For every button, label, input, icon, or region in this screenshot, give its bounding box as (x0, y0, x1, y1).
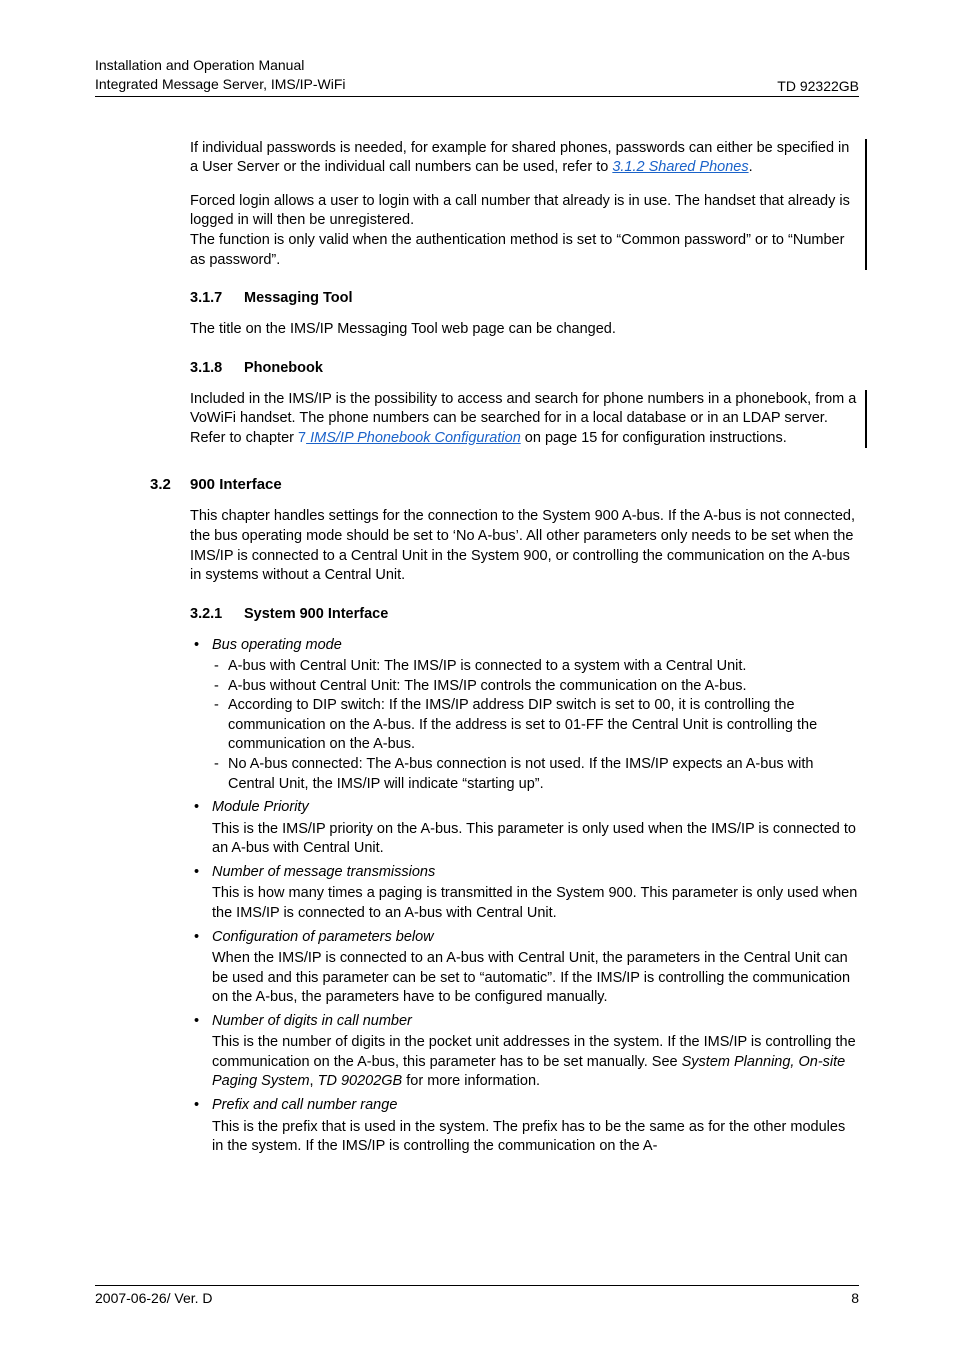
desc-num-digits: This is the number of digits in the pock… (212, 1033, 859, 1092)
term-config-params: Configuration of parameters below (212, 929, 434, 945)
bullet-list-321: Bus operating mode A-bus with Central Un… (190, 636, 859, 1157)
desc-config-params: When the IMS/IP is connected to an A-bus… (212, 949, 859, 1008)
intro-p2a: Forced login allows a user to login with… (190, 193, 850, 229)
bullet-module-priority: Module Priority This is the IMS/IP prior… (190, 798, 859, 859)
dash-item: A-bus with Central Unit: The IMS/IP is c… (212, 657, 859, 677)
changebar-block-1: If individual passwords is needed, for e… (190, 139, 867, 270)
heading-321: 3.2.1System 900 Interface (190, 606, 859, 622)
bullet-msg-transmissions: Number of message transmissions This is … (190, 863, 859, 924)
manual-title: Installation and Operation Manual (95, 56, 346, 75)
bullet-prefix-range: Prefix and call number range This is the… (190, 1096, 859, 1157)
desc-msg-transmissions: This is how many times a paging is trans… (212, 884, 859, 923)
header-left: Installation and Operation Manual Integr… (95, 56, 346, 94)
page: Installation and Operation Manual Integr… (0, 0, 954, 1350)
term-num-digits: Number of digits in call number (212, 1013, 412, 1029)
sectitle-32: 900 Interface (190, 476, 282, 493)
changebar-block-2: Included in the IMS/IP is the possibilit… (190, 390, 867, 449)
intro-p2b: The function is only valid when the auth… (190, 232, 844, 268)
heading-317: 3.1.7Messaging Tool (190, 290, 859, 306)
body-32: This chapter handles settings for the co… (190, 507, 859, 585)
secnum-321: 3.2.1 (190, 606, 244, 622)
doc-id: TD 92322GB (777, 78, 859, 94)
bullet-config-params: Configuration of parameters below When t… (190, 928, 859, 1008)
intro-p1-period: . (749, 159, 753, 175)
term-msg-transmissions: Number of message transmissions (212, 864, 435, 880)
sectitle-317: Messaging Tool (244, 290, 353, 306)
term-prefix-range: Prefix and call number range (212, 1097, 397, 1113)
bullet-bus-operating-mode: Bus operating mode A-bus with Central Un… (190, 636, 859, 795)
desc-num-digits-mid: , (310, 1073, 318, 1089)
product-title: Integrated Message Server, IMS/IP-WiFi (95, 75, 346, 94)
desc-module-priority: This is the IMS/IP priority on the A-bus… (212, 820, 859, 859)
intro-paragraph-2: Forced login allows a user to login with… (190, 192, 859, 270)
term-module-priority: Module Priority (212, 799, 309, 815)
body-318-post: on page 15 for configuration instruction… (521, 430, 787, 446)
secnum-317: 3.1.7 (190, 290, 244, 306)
content-area: If individual passwords is needed, for e… (95, 139, 859, 1157)
secnum-318: 3.1.8 (190, 360, 244, 376)
body-317: The title on the IMS/IP Messaging Tool w… (190, 320, 859, 340)
desc-num-digits-post: for more information. (402, 1073, 540, 1089)
sectitle-318: Phonebook (244, 360, 323, 376)
body-318: Included in the IMS/IP is the possibilit… (190, 390, 859, 449)
body-318-chnum: 7 (298, 430, 306, 446)
footer-date-version: 2007-06-26/ Ver. D (95, 1290, 213, 1306)
page-footer: 2007-06-26/ Ver. D 8 (95, 1285, 859, 1306)
link-shared-phones[interactable]: 3.1.2 Shared Phones (612, 159, 748, 175)
page-number: 8 (851, 1290, 859, 1306)
page-header: Installation and Operation Manual Integr… (95, 56, 859, 97)
desc-prefix-range: This is the prefix that is used in the s… (212, 1118, 859, 1157)
desc-num-digits-ital2: TD 90202GB (318, 1073, 403, 1089)
intro-paragraph-1: If individual passwords is needed, for e… (190, 139, 859, 178)
dash-list-bus-mode: A-bus with Central Unit: The IMS/IP is c… (212, 657, 859, 794)
bullet-num-digits: Number of digits in call number This is … (190, 1012, 859, 1092)
link-phonebook-config[interactable]: IMS/IP Phonebook Configuration (306, 430, 521, 446)
term-bus-operating-mode: Bus operating mode (212, 637, 342, 653)
sectitle-321: System 900 Interface (244, 606, 388, 622)
header-right: TD 92322GB (777, 78, 859, 94)
dash-item: No A-bus connected: The A-bus connection… (212, 755, 859, 794)
secnum-32: 3.2 (150, 476, 190, 493)
dash-item: A-bus without Central Unit: The IMS/IP c… (212, 677, 859, 697)
heading-32: 3.2900 Interface (150, 476, 859, 493)
dash-item: According to DIP switch: If the IMS/IP a… (212, 696, 859, 755)
heading-318: 3.1.8Phonebook (190, 360, 859, 376)
